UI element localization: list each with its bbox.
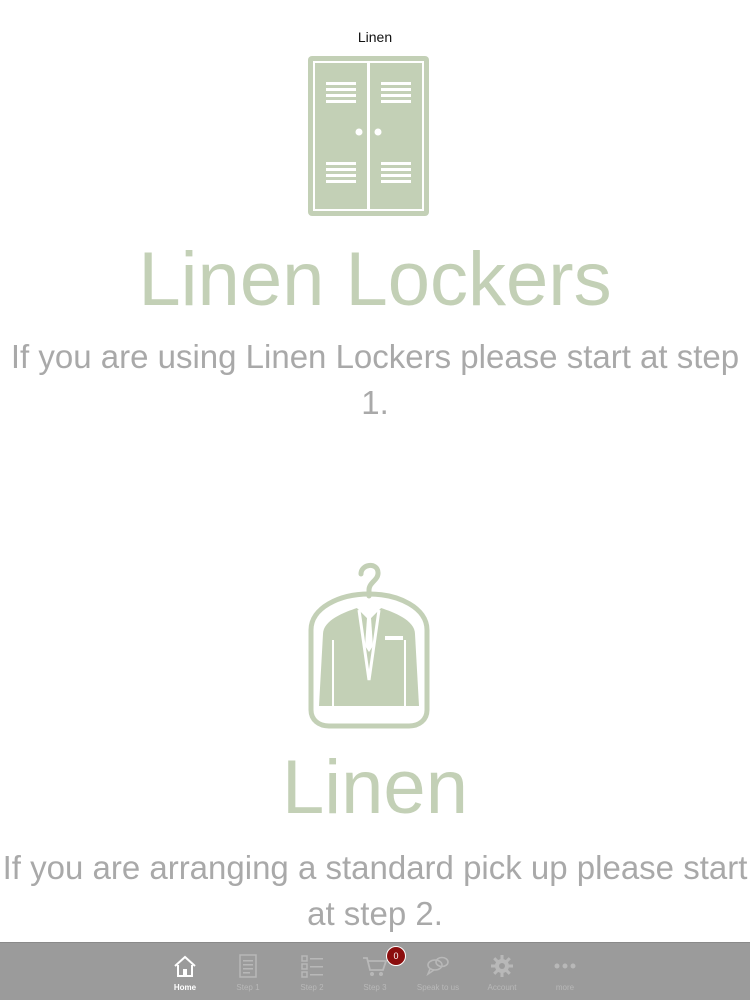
lockers-description: If you are using Linen Lockers please st…	[10, 338, 740, 421]
tab-speak-to-us[interactable]: Speak to us	[406, 943, 470, 1000]
tab-bar: Home Step 1 Step 2 Step 3 Speak to us Ac…	[0, 942, 750, 1000]
tab-step-1[interactable]: Step 1	[216, 943, 280, 1000]
page-title: Linen	[357, 29, 393, 45]
linen-description: If you are arranging a standard pick up …	[2, 849, 748, 932]
home-icon	[174, 955, 196, 977]
tab-step-2[interactable]: Step 2	[280, 943, 344, 1000]
tab-step-2-label: Step 2	[300, 983, 324, 992]
gear-icon	[491, 955, 513, 977]
tab-account[interactable]: Account	[470, 943, 534, 1000]
tab-more[interactable]: more	[533, 943, 597, 1000]
lockers-heading[interactable]: Linen Lockers	[0, 236, 750, 324]
more-icon	[554, 963, 576, 969]
tab-step-3-label: Step 3	[363, 983, 387, 992]
tab-home-label: Home	[173, 983, 197, 992]
tab-speak-to-us-label: Speak to us	[416, 983, 460, 992]
chat-icon	[426, 956, 449, 977]
checklist-icon	[301, 955, 323, 978]
screen: Linen Linen Lockers If you are using Lin…	[0, 0, 750, 1000]
tab-step-1-label: Step 1	[236, 983, 260, 992]
document-icon	[239, 954, 257, 978]
tab-more-label: more	[555, 983, 575, 992]
tab-account-label: Account	[487, 983, 517, 992]
cart-count-badge: 0	[386, 946, 406, 966]
locker-icon[interactable]	[308, 56, 429, 216]
linen-heading[interactable]: Linen	[0, 744, 750, 832]
tab-home[interactable]: Home	[153, 943, 217, 1000]
cart-icon	[363, 957, 388, 976]
suit-bag-icon[interactable]	[299, 560, 439, 730]
